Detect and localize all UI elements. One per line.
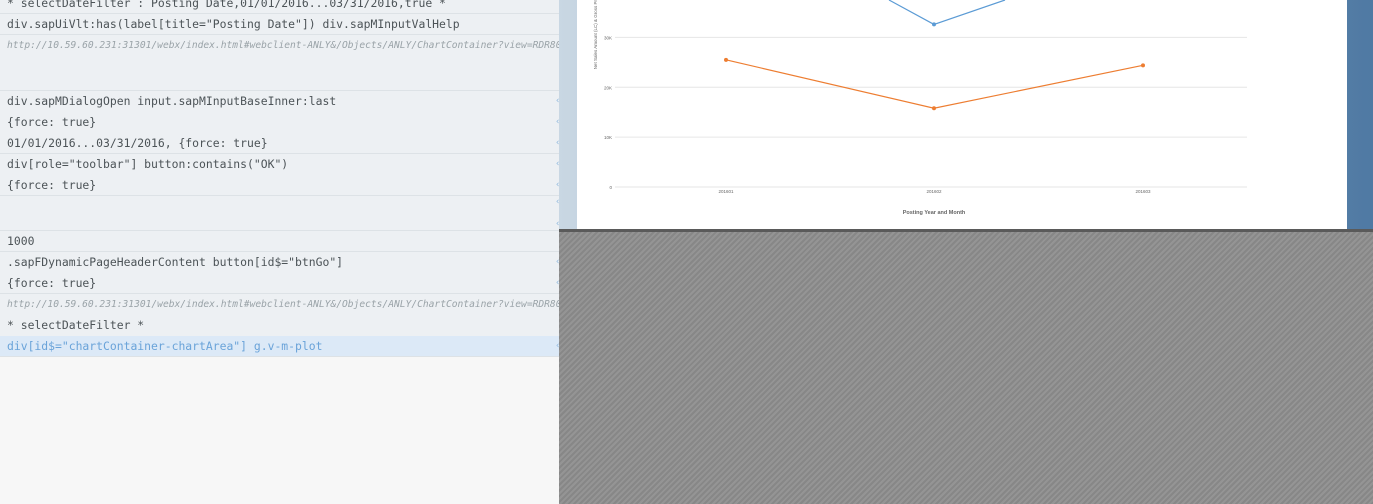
log-row[interactable]: div[role="toolbar"] button:contains("OK"…	[0, 154, 559, 175]
log-row-text: http://10.59.60.231:31301/webx/index.htm…	[7, 40, 559, 51]
data-point	[932, 22, 936, 27]
log-row[interactable]: * selectDateFilter : Posting Date,01/01/…	[0, 0, 559, 14]
log-row-text: * selectDateFilter *	[7, 318, 145, 332]
log-row-text: http://10.59.60.231:31301/webx/index.htm…	[7, 299, 559, 310]
log-gap	[0, 56, 559, 91]
x-tick-label: 201602	[926, 189, 942, 194]
log-row-text: {force: true}	[7, 115, 97, 129]
data-point	[1141, 63, 1145, 68]
test-log-panel: * selectDateFilter : Posting Date,01/01/…	[0, 0, 559, 504]
log-row-text: .sapFDynamicPageHeaderContent button[id$…	[7, 255, 344, 269]
log-row[interactable]: {force: true}‹	[0, 112, 559, 133]
y-axis-title: Net Sales Amount (LC) & Gross Pr	[593, 0, 598, 69]
series-line	[725, 59, 1144, 109]
log-row-text: 1000	[7, 234, 35, 248]
line-chart[interactable]: 30K 20K 10K 0 201601 201602 201603 Posting Year…	[577, 0, 1347, 229]
log-row-text: div.sapMDialogOpen input.sapMInputBaseIn…	[7, 94, 337, 108]
log-row[interactable]: 1000	[0, 231, 559, 252]
log-row-url[interactable]: http://10.59.60.231:31301/webx/index.htm…	[0, 35, 559, 56]
log-row[interactable]: .sapFDynamicPageHeaderContent button[id$…	[0, 252, 559, 273]
y-tick-label: 30K	[604, 35, 612, 40]
log-row[interactable]: 01/01/2016...03/31/2016, {force: true}‹	[0, 133, 559, 154]
log-gap: ‹‹	[0, 196, 559, 231]
log-row-url[interactable]: http://10.59.60.231:31301/webx/index.htm…	[0, 294, 559, 315]
log-row-text: div[role="toolbar"] button:contains("OK"…	[7, 157, 289, 171]
y-tick-label: 0	[609, 185, 612, 190]
x-tick-label: 201603	[1135, 189, 1151, 194]
empty-preview-area	[559, 232, 1373, 504]
command-log-list: * selectDateFilter : Posting Date,01/01/…	[0, 0, 559, 357]
log-row-text: * selectDateFilter : Posting Date,01/01/…	[7, 0, 446, 10]
y-tick-label: 20K	[604, 85, 612, 90]
data-point	[724, 57, 728, 62]
log-row-text: div[id$="chartContainer-chartArea"] g.v-…	[7, 339, 323, 353]
log-row-text: {force: true}	[7, 178, 97, 192]
data-point	[932, 106, 936, 111]
x-axis-title: Posting Year and Month	[903, 210, 966, 216]
log-row-text: div.sapUiVlt:has(label[title="Posting Da…	[7, 17, 460, 31]
log-row[interactable]: * selectDateFilter *	[0, 315, 559, 336]
y-tick-label: 10K	[604, 135, 612, 140]
x-tick-label: 201601	[718, 189, 734, 194]
log-row-text: 01/01/2016...03/31/2016, {force: true}	[7, 136, 268, 150]
log-row-selected[interactable]: div[id$="chartContainer-chartArea"] g.v-…	[0, 336, 559, 357]
log-row[interactable]: {force: true}‹	[0, 273, 559, 294]
chart-card: 30K 20K 10K 0 201601 201602 201603 Posting Year…	[577, 0, 1347, 229]
log-divider	[0, 356, 559, 357]
log-row[interactable]: div.sapMDialogOpen input.sapMInputBaseIn…	[0, 91, 559, 112]
log-row[interactable]: {force: true}‹	[0, 175, 559, 196]
log-row-text: {force: true}	[7, 276, 97, 290]
series-line	[888, 0, 1006, 26]
log-row[interactable]: div.sapUiVlt:has(label[title="Posting Da…	[0, 14, 559, 35]
